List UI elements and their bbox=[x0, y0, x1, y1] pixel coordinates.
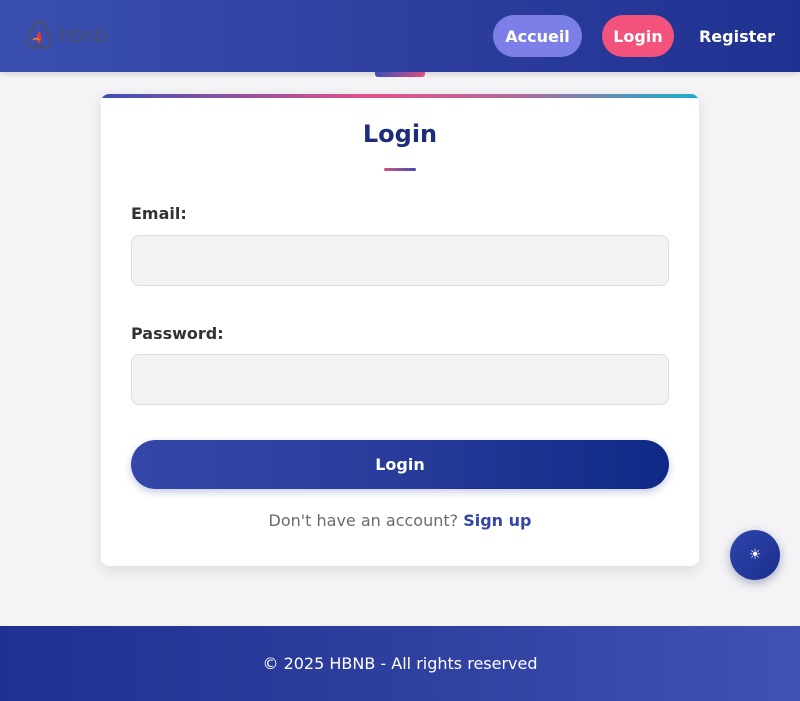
signup-link[interactable]: Sign up bbox=[463, 511, 531, 530]
login-submit-button[interactable]: Login bbox=[131, 440, 669, 489]
password-field[interactable] bbox=[131, 354, 669, 405]
page-footer: © 2025 HBNB - All rights reserved bbox=[0, 626, 800, 701]
login-card: Login Email: Password: Login Don't have … bbox=[101, 94, 699, 566]
signup-row: Don't have an account? Sign up bbox=[101, 511, 699, 530]
header-accent-indicator bbox=[375, 72, 425, 77]
logo-text: hbnb bbox=[58, 23, 107, 47]
password-label: Password: bbox=[131, 324, 224, 343]
email-field[interactable] bbox=[131, 235, 669, 286]
nav-register-link[interactable]: Register bbox=[696, 15, 778, 57]
signup-prompt: Don't have an account? bbox=[268, 511, 459, 530]
airbnb-logo-icon bbox=[24, 18, 54, 52]
brand-logo[interactable]: hbnb bbox=[24, 18, 107, 52]
theme-toggle-button[interactable]: ☀ bbox=[730, 530, 780, 580]
nav-login-button[interactable]: Login bbox=[602, 15, 674, 57]
footer-copyright: © 2025 HBNB - All rights reserved bbox=[262, 654, 538, 673]
top-navbar: hbnb Accueil Login Register bbox=[0, 0, 800, 72]
page-title: Login bbox=[362, 120, 438, 148]
card-gradient-bar bbox=[101, 94, 699, 98]
title-underline bbox=[384, 168, 416, 171]
email-label: Email: bbox=[131, 204, 187, 223]
sun-icon: ☀ bbox=[748, 547, 762, 563]
nav-accueil-button[interactable]: Accueil bbox=[493, 15, 582, 57]
